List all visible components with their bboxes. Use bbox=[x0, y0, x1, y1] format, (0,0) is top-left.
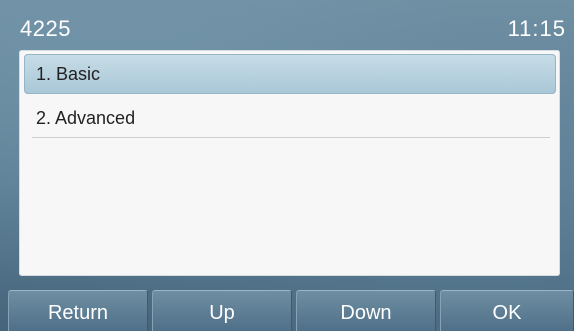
menu-item-label: 1. Basic bbox=[36, 64, 101, 84]
down-button[interactable]: Down bbox=[296, 290, 436, 331]
phone-screen: 4225 11:15 1. Basic 2. Advanced Return U… bbox=[0, 0, 574, 331]
menu-item-basic[interactable]: 1. Basic bbox=[24, 54, 556, 94]
up-button[interactable]: Up bbox=[152, 290, 292, 331]
clock: 11:15 bbox=[507, 16, 566, 41]
ok-button[interactable]: OK bbox=[440, 290, 574, 331]
menu-panel: 1. Basic 2. Advanced bbox=[19, 50, 560, 276]
softkey-bar: Return Up Down OK bbox=[0, 290, 574, 331]
menu-item-advanced[interactable]: 2. Advanced bbox=[24, 98, 556, 138]
menu-item-label: 2. Advanced bbox=[36, 108, 136, 128]
return-button[interactable]: Return bbox=[8, 290, 148, 331]
status-bar: 4225 11:15 bbox=[10, 8, 566, 48]
extension-number: 4225 bbox=[20, 16, 71, 41]
